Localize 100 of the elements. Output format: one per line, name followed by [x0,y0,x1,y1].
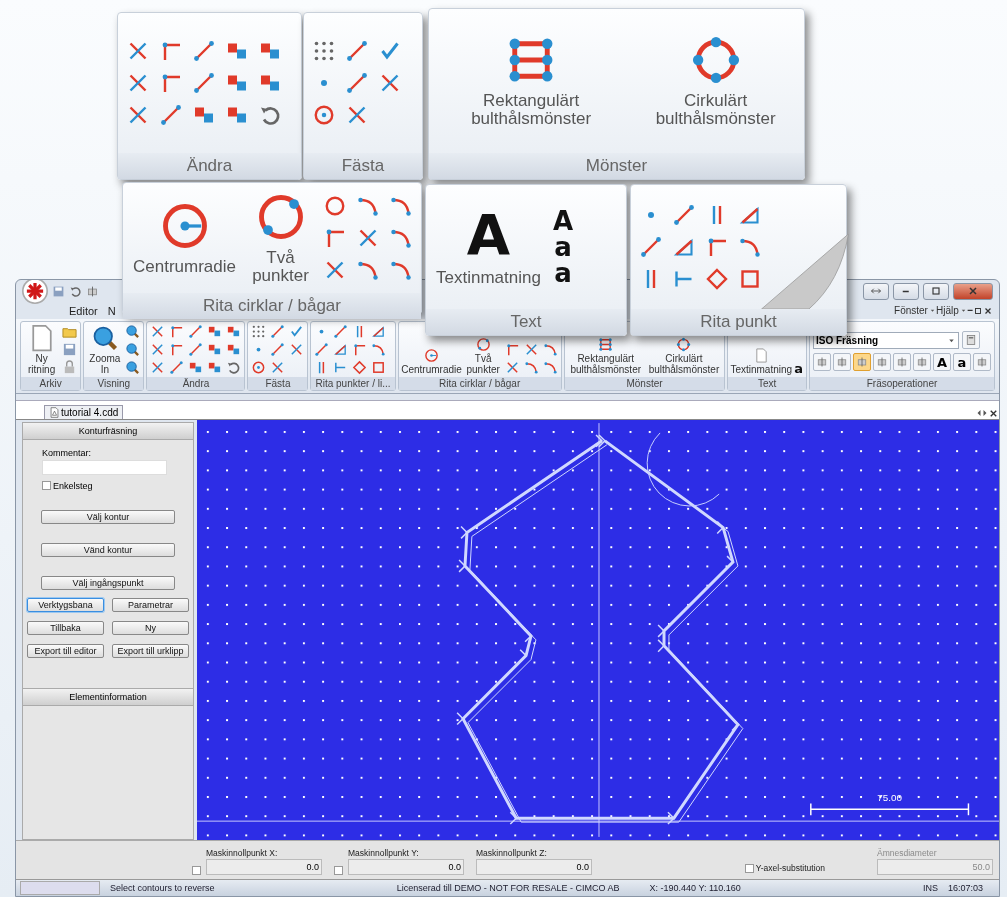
checkbox[interactable] [744,863,754,873]
triangle-icon[interactable] [371,324,387,340]
text-style-glyph[interactable]: a [554,260,572,286]
close-icon[interactable] [983,305,993,316]
logo-icon[interactable] [22,280,48,304]
tool-button[interactable] [833,353,851,372]
line-icon[interactable] [159,103,183,127]
grid-icon[interactable] [312,39,336,63]
maximize-icon[interactable] [973,305,983,316]
value-field[interactable]: 0.0 [476,859,592,876]
magnifier-icon[interactable] [125,342,141,358]
cross-icon[interactable] [289,342,305,358]
corner-icon[interactable] [169,342,185,358]
tool-button[interactable] [853,353,871,372]
ribbon-button[interactable]: Rektangulärt bulthålsmönster [567,337,644,376]
calculator-button[interactable] [962,331,980,350]
panel-button[interactable]: Export till urklipp [112,643,189,658]
ribbon-button[interactable]: Zooma In [87,324,123,376]
line-icon[interactable] [169,360,185,376]
panel-button[interactable]: Vänd kontur [41,542,175,557]
tool-button[interactable] [873,353,891,372]
arc-icon[interactable] [523,360,539,376]
line-icon[interactable] [192,39,216,63]
minimize-icon[interactable] [966,309,973,312]
panel-button[interactable]: Parametrar [112,597,189,612]
line-icon[interactable] [188,342,204,358]
tool-button[interactable]: a [953,353,971,372]
menu-item[interactable]: Fönster [894,305,936,317]
undo-icon[interactable] [226,360,242,376]
circle-dot-icon[interactable] [312,103,336,127]
ribbon-button[interactable]: Cirkulärt bulthålsmönster [646,337,722,376]
ribbon-button[interactable]: A Textinmatning [434,207,543,287]
maximize-button[interactable] [923,282,949,300]
cross-icon[interactable] [504,360,520,376]
ribbon-button[interactable]: Ny ritning [24,324,60,376]
line-icon[interactable] [192,71,216,95]
line-icon[interactable] [345,39,369,63]
ribbon-button[interactable]: Centrumradie [401,348,462,376]
arc-icon[interactable] [542,342,558,358]
text-style-glyph[interactable]: a [794,362,803,376]
cross-icon[interactable] [150,360,166,376]
tool-button[interactable] [973,353,991,372]
text-style-glyph[interactable]: a [554,234,572,260]
ribbon-button[interactable]: Textinmatning [731,348,792,376]
panel-button[interactable]: Tillbaka [27,620,104,635]
comment-field[interactable] [42,459,167,475]
minimize-button[interactable] [893,282,919,300]
menu-tab[interactable]: N [102,302,121,319]
panel-button[interactable]: Export till editor [27,643,104,658]
menu-tab[interactable]: Editor [64,302,103,319]
magnifier-icon[interactable] [125,324,141,340]
menu-item[interactable]: Hjälp [935,305,967,317]
checkbox[interactable] [334,866,343,876]
ribbon-button[interactable]: Två punkter [464,337,502,376]
tool-button[interactable] [913,353,931,372]
checkbox[interactable] [42,481,51,491]
line-icon[interactable] [270,324,286,340]
checkbox[interactable] [192,866,201,876]
corner-icon[interactable] [169,324,185,340]
arc-icon[interactable] [542,360,558,376]
line-icon[interactable] [333,324,349,340]
diamond-icon[interactable] [705,267,729,291]
line-icon[interactable] [270,342,286,358]
tool-icon[interactable] [86,284,99,298]
panel-button[interactable]: Välj ingångspunkt [41,575,175,590]
check-icon[interactable] [289,324,305,340]
tool-button[interactable] [893,353,911,372]
drawing-canvas[interactable]: 75.00 [197,419,999,840]
arc-icon[interactable] [371,342,387,358]
panel-button[interactable]: Välj kontur [41,509,175,524]
close-button[interactable] [953,282,993,300]
panel-button[interactable]: Ny [112,620,189,635]
text-style-glyph[interactable]: A [552,208,573,234]
corner-icon[interactable] [504,342,520,358]
line-icon[interactable] [672,203,696,227]
tool-button[interactable] [813,353,831,372]
document-tab[interactable]: tutorial 4.cdd [44,404,124,419]
resize-button[interactable] [863,282,889,300]
cross-icon[interactable] [150,324,166,340]
tool-button[interactable]: A [933,353,951,372]
ribbon-button[interactable]: Rektangulärt bulthålsmönster [437,34,626,128]
cross-icon[interactable] [523,342,539,358]
grid-icon[interactable] [251,324,267,340]
ribbon-button[interactable]: Cirkulärt bulthålsmönster [635,34,796,128]
circle-dot-icon[interactable] [251,360,267,376]
profile-dropdown[interactable]: ISO Fräsning [813,331,959,349]
cross-icon[interactable] [270,360,286,376]
value-field[interactable]: 0.0 [348,859,464,876]
triangle-icon[interactable] [333,342,349,358]
square-icon[interactable] [371,360,387,376]
undo-icon[interactable] [69,284,82,298]
magnifier-icon[interactable] [125,360,141,376]
value-field[interactable]: 0.0 [206,859,322,876]
corner-icon[interactable] [352,342,368,358]
diamond-icon[interactable] [352,360,368,376]
cross-icon[interactable] [150,342,166,358]
panel-button[interactable]: Verktygsbana [27,597,104,612]
square-icon[interactable] [738,267,762,291]
ribbon-button[interactable]: Två punkter [248,191,313,285]
line-icon[interactable] [345,71,369,95]
